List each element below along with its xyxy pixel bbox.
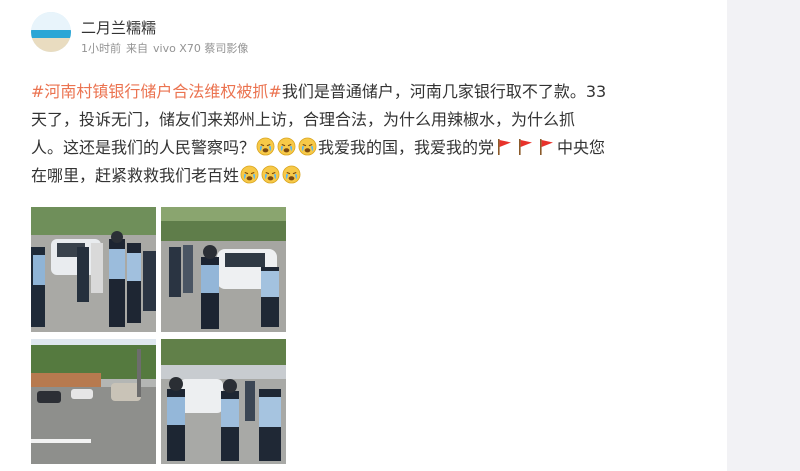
text-segment: 在哪里，赶紧救救我们老百姓 xyxy=(31,166,240,185)
red-flag-icon xyxy=(538,137,555,155)
text-line-3: 人。这还是我们的人民警察吗？ 我爱我的国，我爱我的党 中央您 xyxy=(31,134,711,162)
post-time[interactable]: 1小时前 xyxy=(81,42,121,55)
photo-1[interactable] xyxy=(31,207,156,332)
crying-face-icon xyxy=(240,165,259,184)
crying-face-icon xyxy=(282,165,301,184)
page-background-gutter xyxy=(727,0,800,471)
topic-link[interactable]: #河南村镇银行储户合法维权被抓# xyxy=(31,82,282,101)
text-line-4: 在哪里，赶紧救救我们老百姓 xyxy=(31,162,711,190)
post-source[interactable]: vivo X70 蔡司影像 xyxy=(153,42,248,55)
text-segment: 人。这还是我们的人民警察吗？ xyxy=(31,138,256,157)
photo-2[interactable] xyxy=(161,207,286,332)
text-line-2: 天了，投诉无门，储友们来郑州上访，合理合法，为什么用辣椒水，为什么抓 xyxy=(31,110,576,129)
crying-face-icon xyxy=(261,165,280,184)
text-segment: 我爱我的国，我爱我的党 xyxy=(318,138,495,157)
avatar[interactable] xyxy=(31,12,71,52)
post-text: #河南村镇银行储户合法维权被抓#我们是普通储户，河南几家银行取不了款。33 天了… xyxy=(31,78,711,190)
red-flag-icon xyxy=(496,137,513,155)
crying-face-icon xyxy=(298,137,317,156)
red-flag-icon xyxy=(517,137,534,155)
crying-face-icon xyxy=(256,137,275,156)
text-segment: 我们是普通储户，河南几家银行取不了款。33 xyxy=(281,82,607,101)
photo-4[interactable] xyxy=(161,339,286,464)
weibo-post-card: 二月兰糯糯 1小时前 来自 vivo X70 蔡司影像 #河南村镇银行储户合法维权被… xyxy=(0,0,727,471)
photo-3[interactable] xyxy=(31,339,156,464)
text-line-1: #河南村镇银行储户合法维权被抓#我们是普通储户，河南几家银行取不了款。33 xyxy=(31,78,711,106)
username[interactable]: 二月兰糯糯 xyxy=(81,17,156,38)
text-segment: 中央您 xyxy=(557,138,606,157)
crying-face-icon xyxy=(277,137,296,156)
post-meta: 1小时前 来自 vivo X70 蔡司影像 xyxy=(81,40,253,56)
image-grid xyxy=(31,207,287,465)
source-prefix: 来自 xyxy=(126,42,148,55)
